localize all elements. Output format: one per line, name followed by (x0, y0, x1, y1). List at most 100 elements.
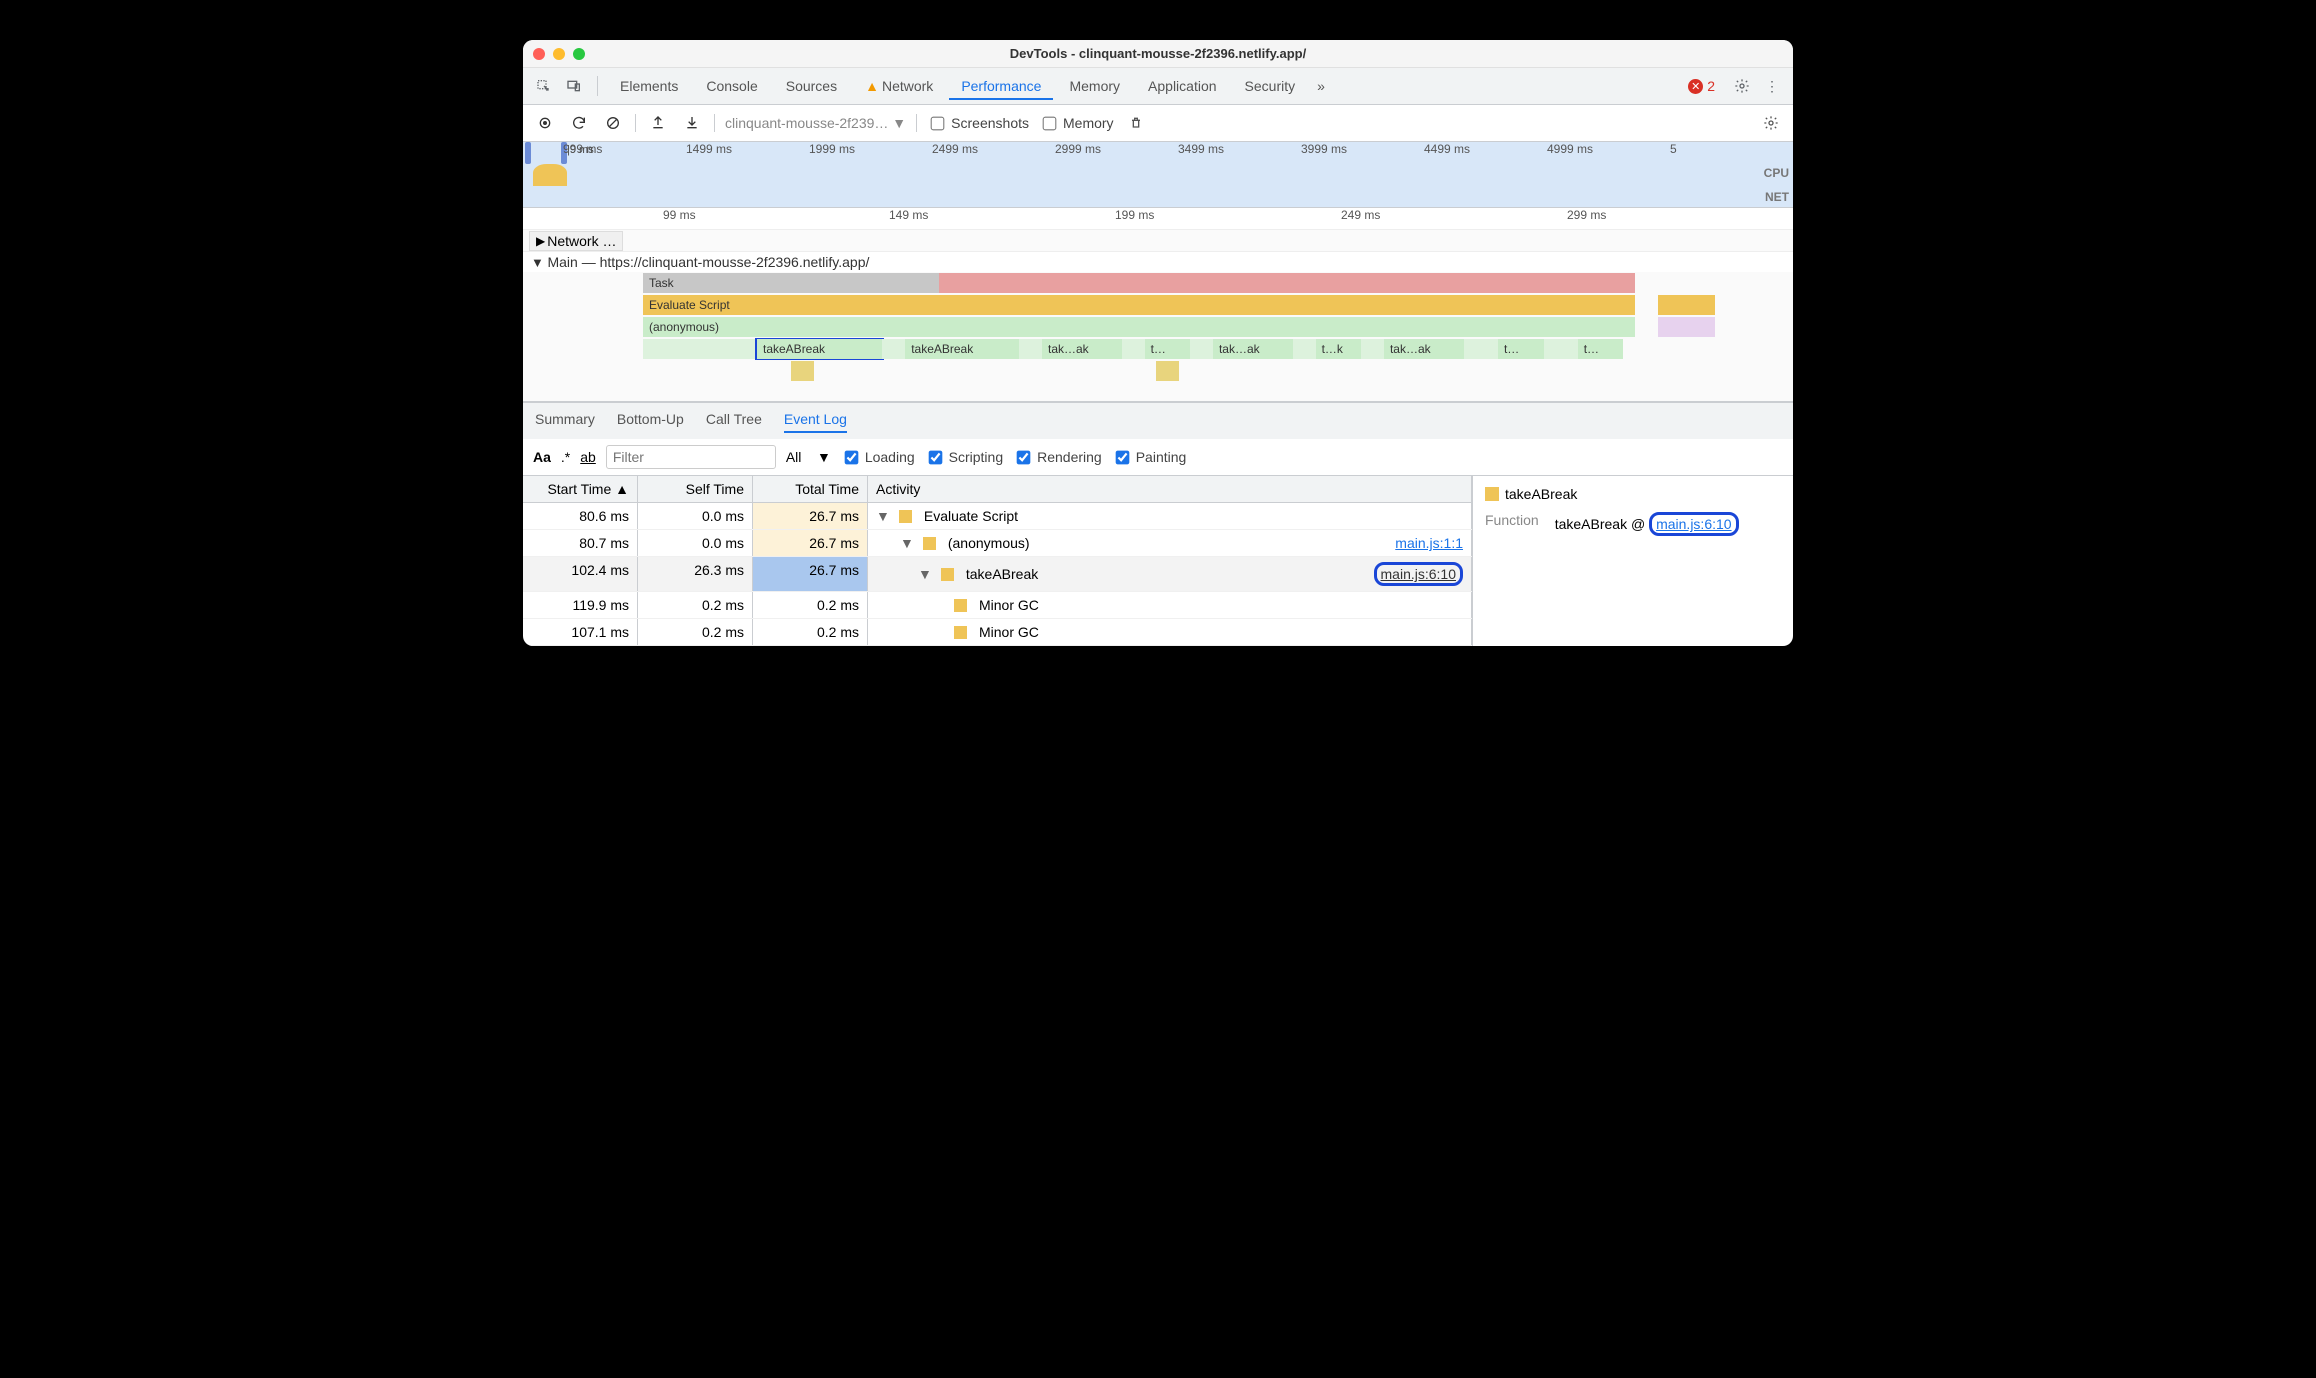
activity-color-icon (954, 599, 967, 612)
table-row[interactable]: 80.7 ms 0.0 ms 26.7 ms ▼(anonymous)main.… (523, 530, 1472, 557)
filter-input[interactable] (606, 445, 776, 469)
filter-loading[interactable]: Loading (841, 448, 915, 467)
error-count: 2 (1707, 78, 1715, 94)
flame-bar-extra-2[interactable] (1658, 317, 1715, 337)
screenshots-checkbox[interactable]: Screenshots (927, 114, 1029, 133)
flame-bar-call-3[interactable]: t… (1145, 339, 1191, 359)
memory-checkbox[interactable]: Memory (1039, 114, 1114, 133)
activity-color-icon (899, 510, 912, 523)
match-case-toggle[interactable]: Aa (533, 449, 551, 465)
grid-header: Start Time ▲ Self Time Total Time Activi… (523, 476, 1472, 503)
screenshots-label: Screenshots (951, 115, 1029, 131)
flame-minor-2[interactable] (1156, 361, 1179, 381)
col-activity[interactable]: Activity (868, 476, 1472, 502)
flame-bar-pre[interactable] (643, 339, 757, 359)
activity-label: Minor GC (979, 597, 1039, 613)
flame-bar-call-1[interactable]: takeABreak (905, 339, 1019, 359)
flame-bar-call-4[interactable]: tak…ak (1213, 339, 1293, 359)
event-log-pane: Start Time ▲ Self Time Total Time Activi… (523, 476, 1793, 646)
device-toggle-icon[interactable] (561, 73, 587, 99)
flame-bar-call-5[interactable]: t…k (1316, 339, 1362, 359)
filter-scripting[interactable]: Scripting (925, 448, 1003, 467)
overview-timeline[interactable]: |9 ms 999 ms1499 ms 1999 ms2499 ms 2999 … (523, 142, 1793, 208)
tab-console[interactable]: Console (694, 72, 769, 100)
flame-bar-extra-1[interactable] (1658, 295, 1715, 315)
event-log-grid: Start Time ▲ Self Time Total Time Activi… (523, 476, 1473, 646)
source-link[interactable]: main.js:1:1 (1395, 535, 1463, 551)
flame-bar-takeabreak-selected[interactable]: takeABreak (757, 339, 882, 359)
table-row-selected[interactable]: 102.4 ms 26.3 ms 26.7 ms ▼takeABreakmain… (523, 557, 1472, 592)
activity-color-icon (1485, 487, 1499, 501)
network-track-header[interactable]: ▶ Network … (523, 230, 1793, 252)
flame-bar-call-7[interactable]: t… (1498, 339, 1544, 359)
flame-bar-longtask[interactable] (939, 273, 1634, 293)
clear-button[interactable] (601, 111, 625, 135)
activity-color-icon (954, 626, 967, 639)
whole-word-toggle[interactable]: ab (580, 449, 596, 465)
event-details-sidebar: takeABreak Function takeABreak @ main.js… (1473, 476, 1793, 646)
titlebar: DevTools - clinquant-mousse-2f2396.netli… (523, 40, 1793, 68)
flame-chart[interactable]: Task Evaluate Script (anonymous) takeABr… (523, 272, 1793, 402)
recording-dropdown-label: clinquant-mousse-2f239… (725, 115, 888, 131)
details-tabbar: Summary Bottom-Up Call Tree Event Log (523, 402, 1793, 439)
inspect-icon[interactable] (531, 73, 557, 99)
collect-garbage-icon[interactable] (1124, 111, 1148, 135)
tab-application[interactable]: Application (1136, 72, 1229, 100)
settings-icon[interactable] (1729, 73, 1755, 99)
dtab-bottom-up[interactable]: Bottom-Up (617, 411, 684, 433)
table-row[interactable]: 107.1 ms 0.2 ms 0.2 ms Minor GC (523, 619, 1472, 646)
devtools-window: DevTools - clinquant-mousse-2f2396.netli… (523, 40, 1793, 646)
net-lane-label: NET (1765, 190, 1789, 204)
duration-filter-dropdown[interactable]: All ▼ (786, 449, 831, 465)
capture-settings-icon[interactable] (1759, 111, 1783, 135)
recording-dropdown[interactable]: clinquant-mousse-2f239… ▼ (725, 115, 906, 131)
record-button[interactable] (533, 111, 557, 135)
tab-elements[interactable]: Elements (608, 72, 690, 100)
flame-bar-call-6[interactable]: tak…ak (1384, 339, 1464, 359)
sidebar-function-value: takeABreak @ main.js:6:10 (1555, 512, 1739, 536)
source-link[interactable]: main.js:6:10 (1381, 566, 1456, 582)
flame-bar-task[interactable]: Task (643, 273, 939, 293)
activity-label: takeABreak (966, 566, 1038, 582)
flame-bar-anonymous[interactable]: (anonymous) (643, 317, 1635, 337)
more-menu-icon[interactable]: ⋮ (1759, 73, 1785, 99)
col-start-time[interactable]: Start Time ▲ (523, 476, 638, 502)
filter-rendering[interactable]: Rendering (1013, 448, 1102, 467)
col-self-time[interactable]: Self Time (638, 476, 753, 502)
col-total-time[interactable]: Total Time (753, 476, 868, 502)
sidebar-source-link[interactable]: main.js:6:10 (1656, 516, 1731, 532)
flame-bar-call-2[interactable]: tak…ak (1042, 339, 1122, 359)
filter-painting[interactable]: Painting (1112, 448, 1187, 467)
tab-network[interactable]: ▲Network (853, 72, 945, 100)
tab-performance[interactable]: Performance (949, 72, 1053, 100)
error-icon: ✕ (1688, 79, 1703, 94)
flame-bar-evaluate-script[interactable]: Evaluate Script (643, 295, 1635, 315)
table-row[interactable]: 80.6 ms 0.0 ms 26.7 ms ▼Evaluate Script (523, 503, 1472, 530)
activity-label: Minor GC (979, 624, 1039, 640)
error-badge[interactable]: ✕ 2 (1688, 78, 1715, 94)
upload-icon[interactable] (646, 111, 670, 135)
table-row[interactable]: 119.9 ms 0.2 ms 0.2 ms Minor GC (523, 592, 1472, 619)
event-log-filter-row: Aa .* ab All ▼ Loading Scripting Renderi… (523, 439, 1793, 476)
disclosure-icon[interactable]: ▼ (876, 508, 890, 524)
disclosure-icon[interactable]: ▼ (918, 566, 932, 582)
flame-bar-call-8[interactable]: t… (1578, 339, 1624, 359)
disclosure-icon[interactable]: ▼ (900, 535, 914, 551)
sidebar-key-function: Function (1485, 512, 1539, 536)
reload-button[interactable] (567, 111, 591, 135)
tab-sources[interactable]: Sources (774, 72, 849, 100)
main-track-header[interactable]: ▼ Main — https://clinquant-mousse-2f2396… (523, 252, 1793, 272)
tabs-overflow[interactable]: » (1311, 78, 1331, 94)
regex-toggle[interactable]: .* (561, 449, 570, 465)
download-icon[interactable] (680, 111, 704, 135)
detail-ruler[interactable]: 99 ms149 ms 199 ms249 ms 299 ms (523, 208, 1793, 230)
sort-asc-icon: ▲ (615, 481, 629, 497)
tab-memory[interactable]: Memory (1057, 72, 1132, 100)
warning-icon: ▲ (865, 78, 879, 94)
tab-security[interactable]: Security (1233, 72, 1308, 100)
source-link-highlighted: main.js:6:10 (1649, 512, 1738, 536)
dtab-event-log[interactable]: Event Log (784, 411, 847, 433)
flame-minor-1[interactable] (791, 361, 814, 381)
dtab-call-tree[interactable]: Call Tree (706, 411, 762, 433)
dtab-summary[interactable]: Summary (535, 411, 595, 433)
